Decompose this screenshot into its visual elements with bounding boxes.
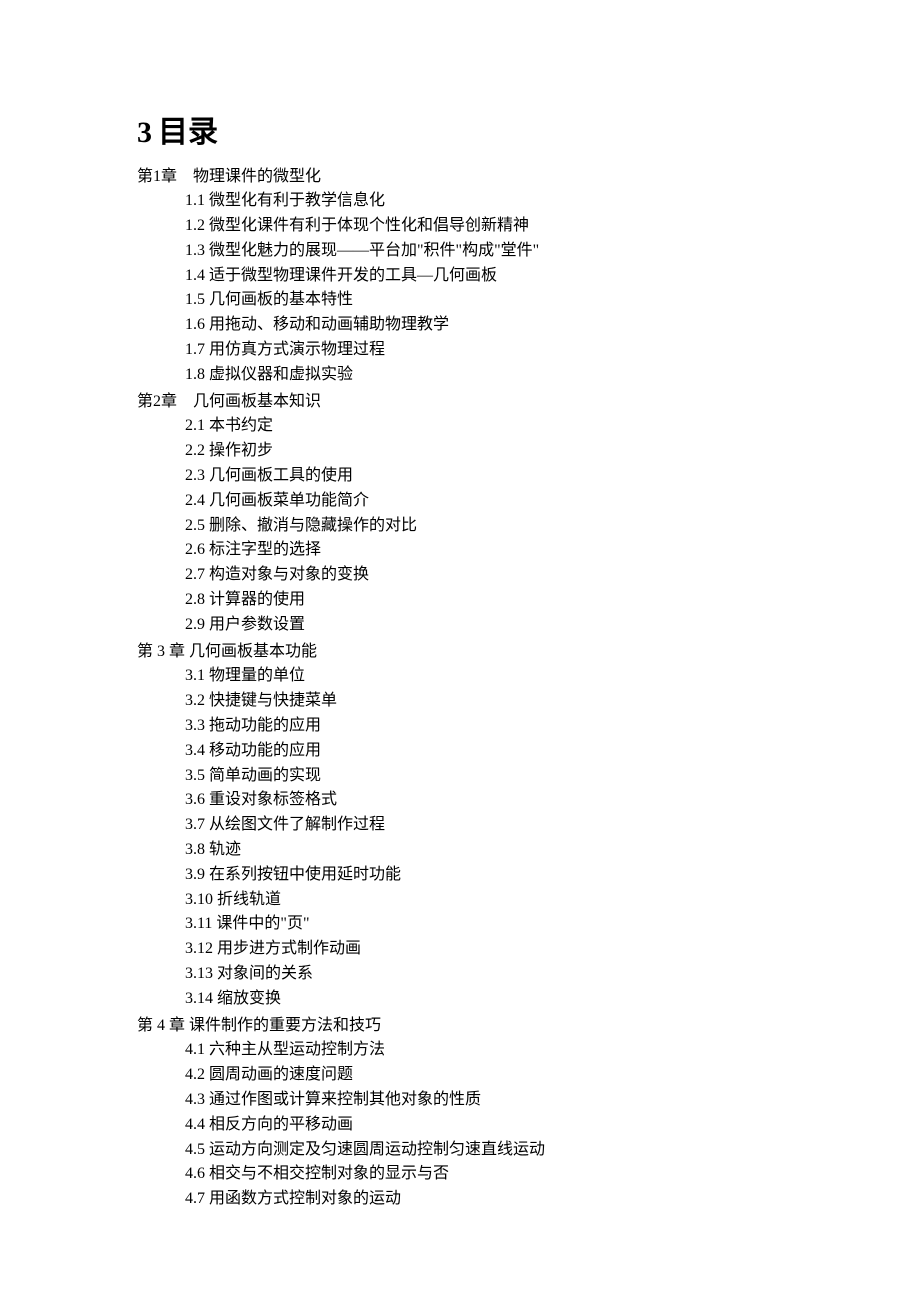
section-item: 2.7 构造对象与对象的变换 (137, 563, 920, 588)
chapter: 第2章 几何画板基本知识2.1 本书约定2.2 操作初步2.3 几何画板工具的使… (137, 390, 920, 638)
section-item: 3.12 用步进方式制作动画 (137, 937, 920, 962)
section-item: 1.6 用拖动、移动和动画辅助物理教学 (137, 313, 920, 338)
section-item: 2.4 几何画板菜单功能简介 (137, 489, 920, 514)
section-item: 3.8 轨迹 (137, 838, 920, 863)
section-item: 2.2 操作初步 (137, 439, 920, 464)
section-item: 2.6 标注字型的选择 (137, 538, 920, 563)
section-item: 3.4 移动功能的应用 (137, 739, 920, 764)
title-number: 3 (137, 116, 152, 149)
section-item: 2.5 删除、撤消与隐藏操作的对比 (137, 514, 920, 539)
section-item: 4.3 通过作图或计算来控制其他对象的性质 (137, 1088, 920, 1113)
section-item: 3.1 物理量的单位 (137, 664, 920, 689)
section-item: 1.8 虚拟仪器和虚拟实验 (137, 363, 920, 388)
chapter-title: 第2章 几何画板基本知识 (137, 390, 920, 415)
section-item: 4.6 相交与不相交控制对象的显示与否 (137, 1162, 920, 1187)
section-item: 2.1 本书约定 (137, 414, 920, 439)
section-item: 4.7 用函数方式控制对象的运动 (137, 1187, 920, 1212)
section-item: 3.10 折线轨道 (137, 888, 920, 913)
section-item: 3.13 对象间的关系 (137, 962, 920, 987)
chapter-title: 第 3 章 几何画板基本功能 (137, 640, 920, 665)
chapter: 第 3 章 几何画板基本功能3.1 物理量的单位3.2 快捷键与快捷菜单3.3 … (137, 640, 920, 1012)
section-item: 2.8 计算器的使用 (137, 588, 920, 613)
section-item: 3.11 课件中的"页" (137, 912, 920, 937)
toc-body: 第1章 物理课件的微型化1.1 微型化有利于教学信息化1.2 微型化课件有利于体… (137, 165, 920, 1212)
section-item: 2.3 几何画板工具的使用 (137, 464, 920, 489)
chapter-title: 第1章 物理课件的微型化 (137, 165, 920, 190)
section-item: 3.2 快捷键与快捷菜单 (137, 689, 920, 714)
section-item: 3.9 在系列按钮中使用延时功能 (137, 863, 920, 888)
section-item: 4.1 六种主从型运动控制方法 (137, 1038, 920, 1063)
section-item: 4.5 运动方向测定及匀速圆周运动控制匀速直线运动 (137, 1138, 920, 1163)
section-item: 1.2 微型化课件有利于体现个性化和倡导创新精神 (137, 214, 920, 239)
toc-title: 3目录 (137, 110, 920, 157)
section-item: 3.14 缩放变换 (137, 987, 920, 1012)
section-item: 1.3 微型化魅力的展现——平台加"积件"构成"堂件" (137, 239, 920, 264)
section-item: 3.3 拖动功能的应用 (137, 714, 920, 739)
section-item: 1.1 微型化有利于教学信息化 (137, 189, 920, 214)
chapter-title: 第 4 章 课件制作的重要方法和技巧 (137, 1014, 920, 1039)
section-item: 1.7 用仿真方式演示物理过程 (137, 338, 920, 363)
section-item: 1.4 适于微型物理课件开发的工具—几何画板 (137, 264, 920, 289)
section-item: 3.6 重设对象标签格式 (137, 788, 920, 813)
chapter: 第 4 章 课件制作的重要方法和技巧4.1 六种主从型运动控制方法4.2 圆周动… (137, 1014, 920, 1212)
section-item: 3.5 简单动画的实现 (137, 764, 920, 789)
section-item: 2.9 用户参数设置 (137, 613, 920, 638)
section-item: 3.7 从绘图文件了解制作过程 (137, 813, 920, 838)
chapter: 第1章 物理课件的微型化1.1 微型化有利于教学信息化1.2 微型化课件有利于体… (137, 165, 920, 388)
section-item: 4.2 圆周动画的速度问题 (137, 1063, 920, 1088)
title-text: 目录 (158, 116, 218, 149)
section-item: 1.5 几何画板的基本特性 (137, 288, 920, 313)
section-item: 4.4 相反方向的平移动画 (137, 1113, 920, 1138)
